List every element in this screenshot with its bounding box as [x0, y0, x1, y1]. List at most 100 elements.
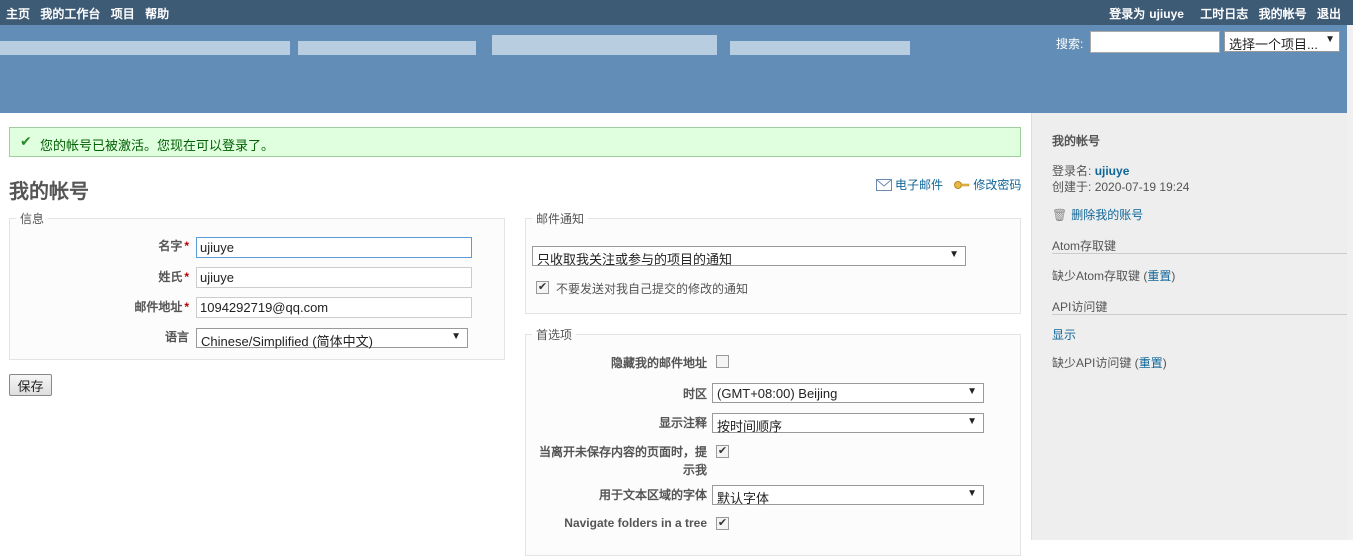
mail-notification-legend: 邮件通知	[536, 212, 585, 226]
menu-help[interactable]: 帮助	[145, 7, 169, 21]
save-button[interactable]: 保存	[9, 374, 52, 396]
hide-mail-checkbox[interactable]	[716, 355, 729, 368]
required-mark: *	[184, 239, 189, 253]
email-label: 邮件地址 *	[89, 298, 189, 315]
no-self-notified-label: 不要发送对我自己提交的修改的通知	[556, 282, 749, 296]
language-select-value: Chinese/Simplified (简体中文)	[201, 334, 373, 349]
trash-icon: 🗑	[1052, 208, 1068, 222]
navigate-folders-label-text: Navigate folders in a tree	[564, 516, 707, 530]
key-icon	[954, 180, 970, 189]
menu-logout[interactable]: 退出	[1317, 7, 1341, 21]
api-reset-link[interactable]: 重置	[1139, 356, 1163, 370]
menu-time-log[interactable]: 工时日志	[1200, 7, 1248, 21]
info-legend: 信息	[20, 212, 45, 226]
timezone-value: (GMT+08:00) Beijing	[717, 386, 838, 401]
textarea-font-label: 用于文本区域的字体	[532, 486, 707, 503]
blurred-title	[492, 35, 717, 55]
search-input[interactable]	[1090, 31, 1220, 53]
name-label-text: 名字	[158, 239, 183, 253]
sidebar-divider	[1052, 253, 1348, 254]
required-mark: *	[184, 270, 189, 284]
sidebar-login-row: 登录名: ujiuye	[1052, 162, 1129, 179]
navigate-folders-label: Navigate folders in a tree	[532, 516, 707, 530]
surname-label-text: 姓氏	[158, 270, 183, 284]
timezone-label-text: 时区	[682, 387, 707, 401]
sidebar-title: 我的帐号	[1052, 134, 1101, 148]
search-label: 搜索:	[1056, 37, 1084, 51]
lastname-input[interactable]	[196, 267, 472, 288]
dropdown-arrow-icon: ▼	[967, 488, 977, 499]
warn-unsaved-label-line1: 当离开未保存内容的页面时，提	[538, 445, 707, 459]
dropdown-arrow-icon: ▼	[967, 416, 977, 427]
atom-reset-link[interactable]: 重置	[1147, 269, 1171, 283]
change-password-link[interactable]: 修改密码	[954, 176, 1021, 193]
mail-notification-select[interactable]: 只收取我关注或参与的项目的通知 ▼	[532, 246, 966, 267]
header: 搜索: 选择一个项目... ▼	[0, 25, 1353, 113]
comments-order-label-text: 显示注释	[658, 416, 707, 430]
dropdown-arrow-icon: ▼	[949, 249, 959, 260]
email-label-text: 邮件地址	[134, 300, 183, 314]
sidebar-created-label: 创建于:	[1052, 180, 1092, 194]
project-select-value: 选择一个项目...	[1229, 37, 1318, 52]
sidebar: 我的帐号 登录名: ujiuye 创建于: 2020-07-19 19:24 🗑…	[1031, 113, 1353, 540]
dropdown-arrow-icon: ▼	[967, 386, 977, 397]
dropdown-arrow-icon: ▼	[1325, 34, 1335, 45]
sidebar-login-link[interactable]: ujiuye	[1095, 164, 1130, 178]
dropdown-arrow-icon: ▼	[451, 331, 461, 342]
textarea-font-value: 默认字体	[717, 491, 770, 506]
navigate-folders-checkbox[interactable]: ✔	[716, 517, 729, 530]
no-self-notified-checkbox[interactable]: ✔	[536, 281, 549, 294]
email-input[interactable]	[196, 297, 472, 318]
menu-home[interactable]: 主页	[6, 7, 30, 21]
sidebar-login-label: 登录名:	[1052, 164, 1092, 178]
change-password-label: 修改密码	[973, 178, 1022, 192]
warn-unsaved-label-line2: 示我	[682, 463, 707, 477]
comments-order-select[interactable]: 按时间顺序 ▼	[712, 413, 984, 434]
email-link-label: 电子邮件	[895, 178, 944, 192]
menu-my-page[interactable]: 我的工作台	[40, 7, 100, 21]
sidebar-divider	[1052, 314, 1348, 315]
timezone-label: 时区	[532, 385, 707, 402]
logged-user[interactable]: ujiuye	[1149, 7, 1184, 21]
surname-label: 姓氏 *	[89, 268, 189, 285]
mail-notification-value: 只收取我关注或参与的项目的通知	[537, 252, 733, 267]
check-icon: ✔	[20, 133, 32, 149]
hide-mail-label: 隐藏我的邮件地址	[532, 354, 707, 371]
preferences-legend: 首选项	[536, 328, 573, 342]
project-jump-select[interactable]: 选择一个项目... ▼	[1224, 31, 1340, 52]
warn-unsaved-label: 当离开未保存内容的页面时，提 示我	[532, 443, 707, 479]
language-label: 语言	[89, 328, 189, 345]
delete-account-link[interactable]: 🗑 删除我的账号	[1052, 206, 1143, 223]
api-show-link[interactable]: 显示	[1052, 326, 1076, 343]
sidebar-created-value: 2020-07-19 19:24	[1094, 180, 1190, 194]
mail-icon	[876, 178, 892, 191]
scrollbar[interactable]	[1347, 25, 1353, 540]
comments-order-label: 显示注释	[532, 414, 707, 431]
blurred-title	[298, 41, 476, 55]
atom-title: Atom存取键	[1052, 239, 1117, 253]
blurred-title	[0, 41, 290, 55]
blurred-title	[730, 41, 910, 55]
required-mark: *	[184, 300, 189, 314]
logged-as-label: 登录为	[1109, 7, 1146, 21]
name-label: 名字 *	[89, 237, 189, 254]
atom-row: 缺少Atom存取键 (重置)	[1052, 269, 1176, 283]
api-missing-text: 缺少API访问键	[1052, 356, 1132, 370]
timezone-select[interactable]: (GMT+08:00) Beijing ▼	[712, 383, 984, 403]
firstname-input[interactable]	[196, 237, 472, 258]
comments-order-value: 按时间顺序	[717, 419, 783, 434]
textarea-font-label-text: 用于文本区域的字体	[598, 488, 707, 502]
language-select[interactable]: Chinese/Simplified (简体中文) ▼	[196, 328, 468, 349]
contextual-links: 电子邮件 修改密码	[876, 176, 1029, 194]
top-menu: 主页 我的工作台 项目 帮助 登录为 ujiuye 工时日志 我的帐号 退出	[0, 0, 1353, 25]
flash-notice: ✔ 您的帐号已被激活。您现在可以登录了。	[9, 127, 1021, 157]
email-link[interactable]: 电子邮件	[876, 176, 943, 193]
menu-my-account[interactable]: 我的帐号	[1259, 7, 1307, 21]
warn-unsaved-checkbox[interactable]: ✔	[716, 445, 729, 458]
sidebar-created-row: 创建于: 2020-07-19 19:24	[1052, 178, 1189, 195]
menu-projects[interactable]: 项目	[111, 7, 135, 21]
api-title: API访问键	[1052, 300, 1108, 314]
language-label-text: 语言	[164, 330, 189, 344]
textarea-font-select[interactable]: 默认字体 ▼	[712, 485, 984, 506]
flash-message: 您的帐号已被激活。您现在可以登录了。	[40, 138, 275, 153]
